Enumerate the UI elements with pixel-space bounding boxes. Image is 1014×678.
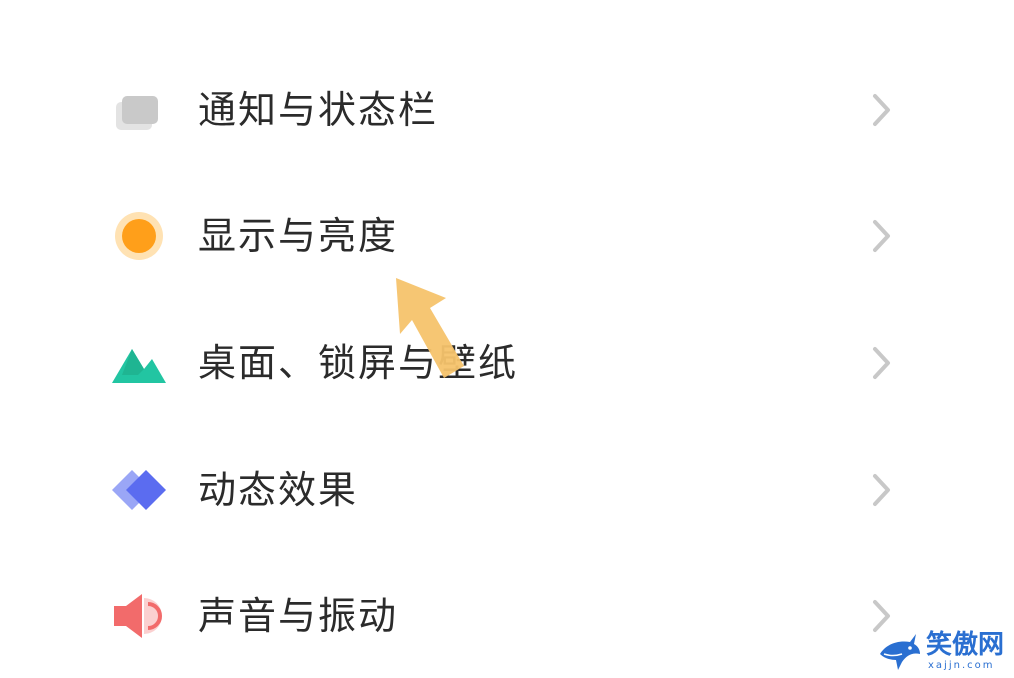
- settings-item-display-brightness[interactable]: 显示与亮度: [0, 186, 1014, 286]
- chevron-right-icon: [866, 90, 896, 130]
- watermark-domain: xajjn.com: [928, 660, 995, 671]
- settings-item-label: 桌面、锁屏与壁纸: [198, 341, 519, 385]
- desktop-lockscreen-wallpaper-icon: [110, 335, 168, 391]
- notification-statusbar-icon: [110, 82, 168, 138]
- settings-item-label: 显示与亮度: [198, 214, 399, 258]
- watermark: 笑傲网 xajjn.com: [872, 628, 1014, 676]
- settings-item-label: 通知与状态栏: [198, 88, 439, 132]
- settings-item-label: 声音与振动: [198, 594, 399, 638]
- settings-item-label: 动态效果: [198, 468, 359, 512]
- dynamic-effects-icon: [110, 462, 168, 518]
- chevron-right-icon: [866, 216, 896, 256]
- chevron-right-icon: [866, 470, 896, 510]
- watermark-title: 笑傲网: [926, 630, 1005, 660]
- sound-vibration-icon: [110, 588, 168, 644]
- chevron-right-icon: [866, 343, 896, 383]
- shark-logo-icon: [876, 628, 922, 674]
- pointer-arrow-icon: [380, 270, 470, 390]
- settings-item-dynamic-effects[interactable]: 动态效果: [0, 440, 1014, 540]
- settings-list: 通知与状态栏 显示与亮度 桌面、锁屏与壁纸 动态效果 声音与振动: [0, 0, 1014, 676]
- settings-item-sound-vibration[interactable]: 声音与振动: [0, 566, 1014, 666]
- settings-item-notification-statusbar[interactable]: 通知与状态栏: [0, 60, 1014, 160]
- settings-item-desktop-lockscreen-wallpaper[interactable]: 桌面、锁屏与壁纸: [0, 313, 1014, 413]
- display-brightness-icon: [110, 208, 168, 264]
